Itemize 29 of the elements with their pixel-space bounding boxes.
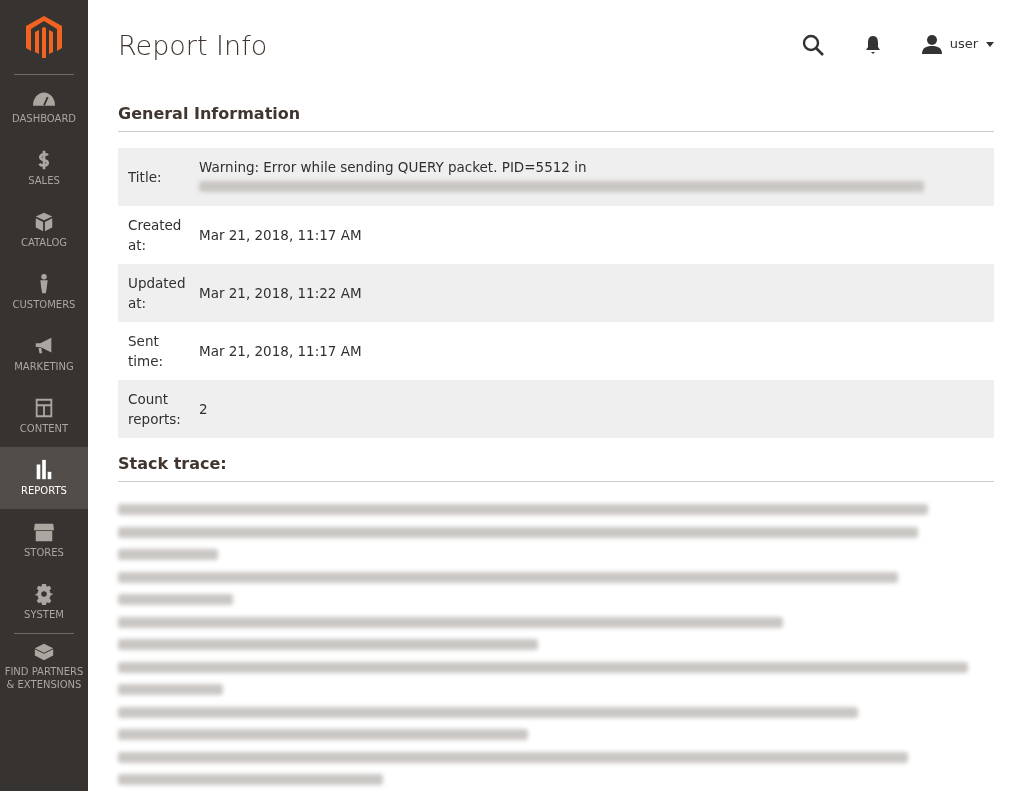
user-icon — [921, 34, 942, 54]
field-label: Sent time: — [127, 332, 165, 372]
field-label: Created at: — [127, 216, 183, 256]
field-value: Warning: Error while sending QUERY packet. PID=5512 in — [199, 158, 588, 178]
field-value: Mar 21, 2018, 11:22 AM — [199, 284, 362, 304]
section-heading: General Information — [118, 102, 994, 133]
sidebar-item[interactable]: SALES — [0, 137, 88, 199]
storefront-icon — [32, 521, 56, 543]
field-label: Count reports: — [127, 390, 182, 430]
field-value: Mar 21, 2018, 11:17 AM — [199, 342, 362, 362]
sidebar-item[interactable]: REPORTS — [0, 447, 88, 509]
field-value: Mar 21, 2018, 11:17 AM — [199, 226, 362, 246]
field-label: Updated at: — [127, 274, 187, 314]
sidebar-item[interactable]: CUSTOMERS — [0, 261, 88, 323]
sidebar-item[interactable]: FIND PARTNERS & EXTENSIONS — [0, 634, 88, 696]
field-value: 2 — [199, 400, 208, 420]
sidebar-item[interactable]: MARKETING — [0, 323, 88, 385]
user-menu-button[interactable]: user — [921, 34, 994, 54]
search-button[interactable] — [801, 32, 824, 56]
sidebar-item[interactable]: CONTENT — [0, 385, 88, 447]
sidebar-item[interactable]: STORES — [0, 509, 88, 571]
page-title: Report Info — [118, 30, 269, 63]
sidebar-item[interactable]: CATALOG — [0, 199, 88, 261]
sidebar-item[interactable]: DASHBOARD — [0, 75, 88, 137]
caret-icon — [986, 41, 994, 47]
section-heading: Stack trace: — [118, 452, 994, 483]
field-label: Title: — [127, 168, 163, 188]
sidebar-item[interactable]: SYSTEM — [0, 571, 88, 633]
logo-icon — [26, 16, 62, 58]
